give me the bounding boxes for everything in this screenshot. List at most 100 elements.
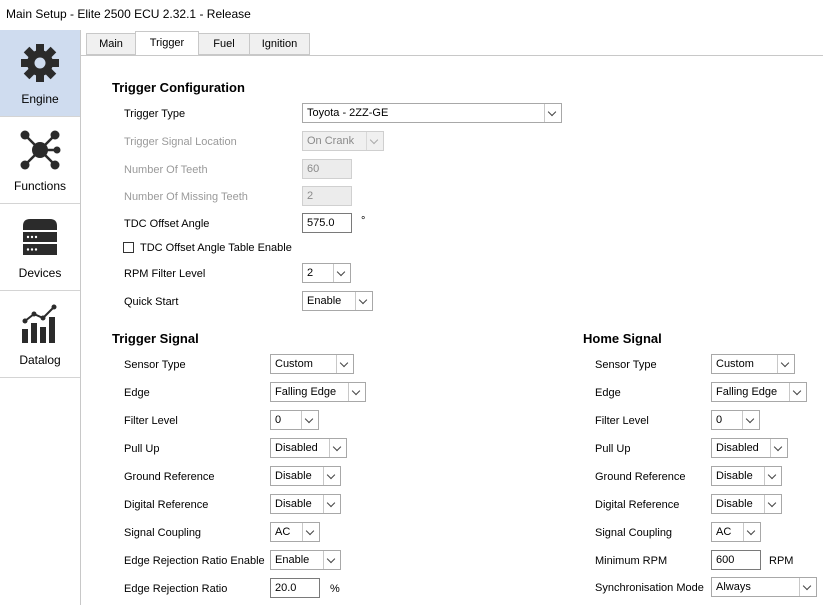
number-of-teeth-field[interactable]: 60: [302, 159, 352, 179]
minimum-rpm-unit: RPM: [769, 555, 794, 567]
minimum-rpm-field[interactable]: 600: [711, 550, 761, 570]
home-filter-level-select[interactable]: 0: [711, 410, 760, 430]
tab-main[interactable]: Main: [86, 33, 136, 55]
trigger-digital-reference-value: Disable: [275, 498, 312, 510]
number-of-missing-teeth-label: Number Of Missing Teeth: [124, 191, 248, 203]
chevron-down-icon: [366, 132, 383, 150]
title-bar: Main Setup - Elite 2500 ECU 2.32.1 - Rel…: [0, 0, 823, 30]
sidebar-item-datalog[interactable]: Datalog: [0, 291, 80, 378]
home-sensor-type-select[interactable]: Custom: [711, 354, 795, 374]
trigger-filter-level-select[interactable]: 0: [270, 410, 319, 430]
trigger-sensor-type-label: Sensor Type: [124, 359, 186, 371]
sidebar-item-devices[interactable]: Devices: [0, 204, 80, 291]
home-edge-label: Edge: [595, 387, 621, 399]
chevron-down-icon: [544, 104, 561, 122]
rpm-filter-level-select[interactable]: 2: [302, 263, 351, 283]
trigger-digital-reference-select[interactable]: Disable: [270, 494, 341, 514]
number-of-teeth-label: Number Of Teeth: [124, 164, 208, 176]
trigger-pull-up-label: Pull Up: [124, 443, 160, 455]
synchronisation-mode-label: Synchronisation Mode: [595, 582, 704, 594]
home-pull-up-select[interactable]: Disabled: [711, 438, 788, 458]
tdc-offset-angle-value: 575.0: [307, 217, 335, 229]
edge-rejection-ratio-unit: %: [330, 583, 340, 595]
quick-start-select[interactable]: Enable: [302, 291, 373, 311]
chevron-down-icon: [323, 551, 340, 569]
edge-rejection-ratio-enable-value: Enable: [275, 554, 310, 566]
trigger-sensor-type-select[interactable]: Custom: [270, 354, 354, 374]
chevron-down-icon: [799, 578, 816, 596]
sidebar-item-functions[interactable]: Functions: [0, 117, 80, 204]
gear-icon: [21, 44, 59, 82]
home-pull-up-label: Pull Up: [595, 443, 631, 455]
home-signal-coupling-label: Signal Coupling: [595, 527, 673, 539]
home-filter-level-value: 0: [716, 414, 723, 426]
trigger-type-label: Trigger Type: [124, 108, 186, 120]
trigger-ground-reference-label: Ground Reference: [124, 471, 215, 483]
chevron-down-icon: [323, 495, 340, 513]
edge-rejection-ratio-enable-select[interactable]: Enable: [270, 550, 341, 570]
tdc-offset-angle-field[interactable]: 575.0: [302, 213, 352, 233]
sidebar-item-label: Devices: [18, 266, 62, 280]
tdc-offset-unit: °: [361, 215, 366, 227]
trigger-signal-location-select[interactable]: On Crank: [302, 131, 384, 151]
sidebar-item-label: Datalog: [19, 353, 61, 367]
home-digital-reference-value: Disable: [716, 498, 753, 510]
trigger-signal-heading: Trigger Signal: [112, 331, 199, 346]
sidebar-item-label: Engine: [21, 92, 59, 106]
chevron-down-icon: [355, 292, 372, 310]
trigger-ground-reference-select[interactable]: Disable: [270, 466, 341, 486]
home-sensor-type-label: Sensor Type: [595, 359, 657, 371]
home-signal-coupling-value: AC: [716, 526, 732, 538]
chevron-down-icon: [348, 383, 365, 401]
edge-rejection-ratio-field[interactable]: 20.0: [270, 578, 320, 598]
quick-start-value: Enable: [307, 295, 342, 307]
rpm-filter-level-value: 2: [307, 267, 314, 279]
chevron-down-icon: [764, 467, 781, 485]
trigger-edge-select[interactable]: Falling Edge: [270, 382, 366, 402]
chart-icon: [22, 304, 57, 343]
trigger-signal-coupling-value: AC: [275, 526, 291, 538]
number-of-teeth-value: 60: [307, 163, 320, 175]
chevron-down-icon: [770, 439, 787, 457]
trigger-digital-reference-label: Digital Reference: [124, 499, 209, 511]
tab-ignition[interactable]: Ignition: [249, 33, 310, 55]
trigger-signal-coupling-select[interactable]: AC: [270, 522, 320, 542]
sidebar-item-label: Functions: [13, 179, 67, 193]
window-title: Main Setup - Elite 2500 ECU 2.32.1 - Rel…: [6, 7, 251, 21]
synchronisation-mode-value: Always: [716, 581, 751, 593]
rpm-filter-level-label: RPM Filter Level: [124, 268, 206, 280]
tdc-offset-table-enable-checkbox[interactable]: [123, 242, 134, 253]
home-edge-value: Falling Edge: [716, 386, 778, 398]
tdc-offset-angle-label: TDC Offset Angle: [124, 218, 210, 230]
home-signal-heading: Home Signal: [583, 331, 662, 346]
trigger-pull-up-value: Disabled: [275, 442, 318, 454]
trigger-filter-level-value: 0: [275, 414, 282, 426]
chevron-down-icon: [777, 355, 794, 373]
trigger-type-value: Toyota - 2ZZ-GE: [307, 107, 389, 119]
tab-fuel[interactable]: Fuel: [198, 33, 250, 55]
home-edge-select[interactable]: Falling Edge: [711, 382, 807, 402]
server-icon: [23, 219, 57, 255]
edge-rejection-ratio-value: 20.0: [275, 582, 297, 594]
home-sensor-type-value: Custom: [716, 358, 754, 370]
chevron-down-icon: [323, 467, 340, 485]
trigger-edge-value: Falling Edge: [275, 386, 337, 398]
tdc-offset-table-enable-label: TDC Offset Angle Table Enable: [140, 242, 292, 254]
number-of-missing-teeth-value: 2: [307, 190, 314, 202]
number-of-missing-teeth-field[interactable]: 2: [302, 186, 352, 206]
sidebar: Engine Functions Devices Datalog: [0, 30, 81, 605]
trigger-signal-location-label: Trigger Signal Location: [124, 136, 237, 148]
trigger-type-select[interactable]: Toyota - 2ZZ-GE: [302, 103, 562, 123]
home-filter-level-label: Filter Level: [595, 415, 649, 427]
trigger-ground-reference-value: Disable: [275, 470, 312, 482]
trigger-configuration-heading: Trigger Configuration: [112, 80, 245, 95]
trigger-pull-up-select[interactable]: Disabled: [270, 438, 347, 458]
tab-trigger[interactable]: Trigger: [135, 31, 199, 56]
home-signal-coupling-select[interactable]: AC: [711, 522, 761, 542]
chevron-down-icon: [743, 523, 760, 541]
quick-start-label: Quick Start: [124, 296, 179, 308]
home-digital-reference-select[interactable]: Disable: [711, 494, 782, 514]
sidebar-item-engine[interactable]: Engine: [0, 30, 80, 117]
synchronisation-mode-select[interactable]: Always: [711, 577, 817, 597]
home-ground-reference-select[interactable]: Disable: [711, 466, 782, 486]
